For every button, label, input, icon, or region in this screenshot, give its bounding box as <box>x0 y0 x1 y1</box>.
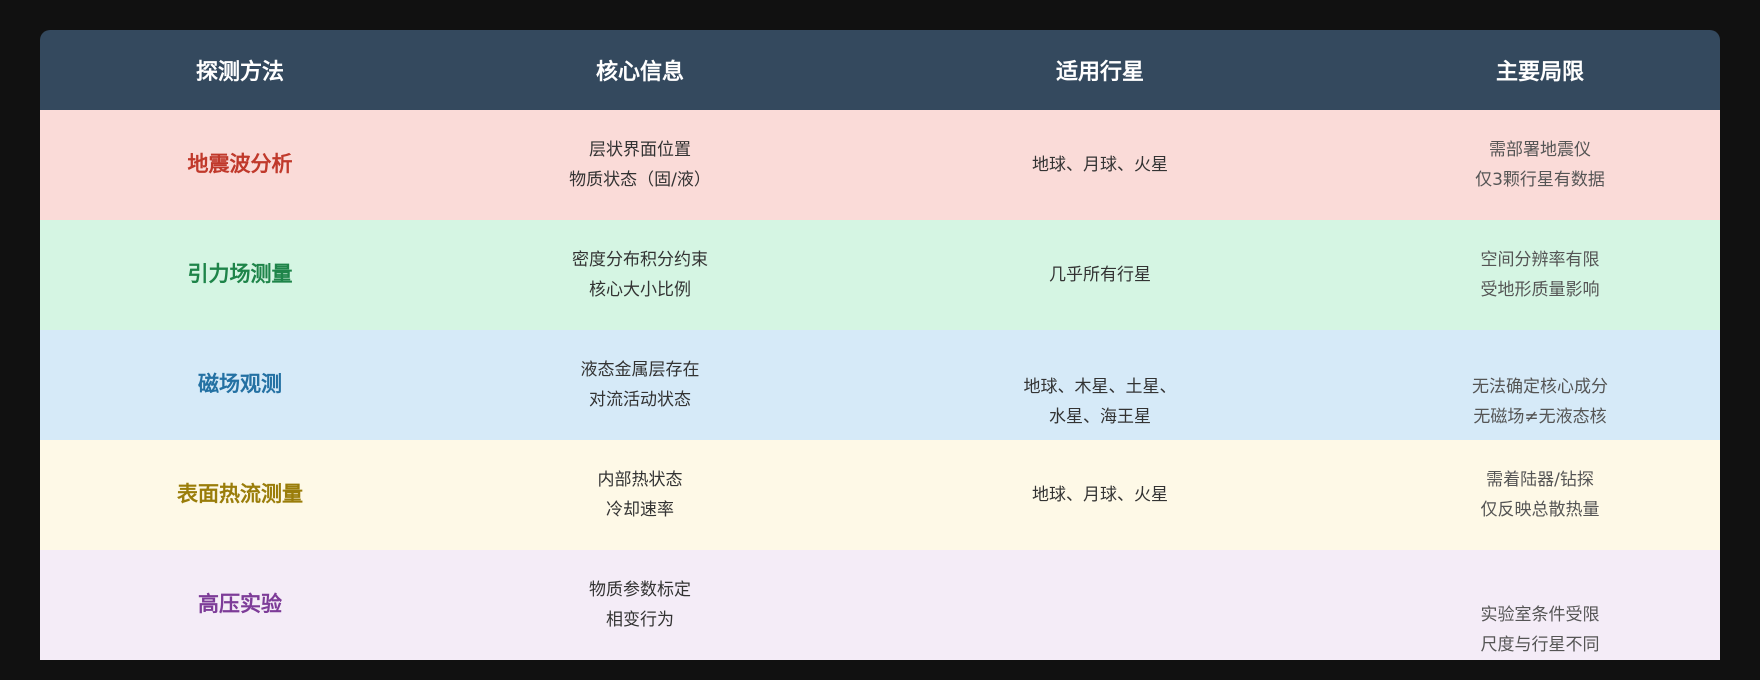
limits-line: 空间分辨率有限 <box>1480 250 1600 270</box>
planets-line: 地球、木星、土星、 <box>1023 377 1177 397</box>
core-info-line: 液态金属层存在 <box>580 360 700 380</box>
method-name: 表面热流测量 <box>177 482 303 506</box>
table-row: 地震波分析 层状界面位置 物质状态（固/液） 地球、月球、火星 需部署地震仪 仅… <box>40 110 1720 220</box>
core-info-line: 冷却速率 <box>606 500 674 520</box>
limits-line: 需部署地震仪 <box>1489 140 1591 160</box>
core-info-line: 层状界面位置 <box>589 140 691 160</box>
limits-cell: 实验室条件受限 尺度与行星不同 <box>1360 550 1720 660</box>
core-info-line: 物质参数标定 <box>589 580 691 600</box>
header-method: 探测方法 <box>40 30 440 110</box>
table-header: 探测方法 核心信息 适用行星 主要局限 <box>40 30 1720 110</box>
planets-line: 地球、月球、火星 <box>1032 155 1168 175</box>
method-cell: 磁场观测 <box>40 330 440 440</box>
comparison-table-container: 探测方法 核心信息 适用行星 主要局限 地震波分析 层状界面位置 物质状态（固/… <box>40 30 1720 660</box>
core-info-cell: 密度分布积分约束 核心大小比例 <box>440 220 840 330</box>
method-cell: 高压实验 <box>40 550 440 660</box>
limits-cell: 无法确定核心成分 无磁场≠无液态核 <box>1360 330 1720 440</box>
header-main-limitations: 主要局限 <box>1360 30 1720 110</box>
detection-methods-table: 探测方法 核心信息 适用行星 主要局限 地震波分析 层状界面位置 物质状态（固/… <box>40 30 1720 660</box>
core-info-line: 密度分布积分约束 <box>572 250 708 270</box>
core-info-line: 核心大小比例 <box>589 280 691 300</box>
limits-cell: 需着陆器/钻探 仅反映总散热量 <box>1360 440 1720 550</box>
planets-cell: 地球、月球、火星 <box>840 440 1360 550</box>
core-info-line: 物质状态（固/液） <box>569 170 711 190</box>
core-info-cell: 内部热状态 冷却速率 <box>440 440 840 550</box>
header-row: 探测方法 核心信息 适用行星 主要局限 <box>40 30 1720 110</box>
table-row: 表面热流测量 内部热状态 冷却速率 地球、月球、火星 需着陆器/钻探 仅反映总散… <box>40 440 1720 550</box>
planets-cell: 地球、月球、火星 <box>840 110 1360 220</box>
method-name: 磁场观测 <box>198 372 282 396</box>
table-row: 磁场观测 液态金属层存在 对流活动状态 地球、木星、土星、 水星、海王星 无法确… <box>40 330 1720 440</box>
planets-cell: 地球、木星、土星、 水星、海王星 <box>840 330 1360 440</box>
method-name: 高压实验 <box>198 592 282 616</box>
planets-line: 水星、海王星 <box>1049 407 1151 427</box>
method-cell: 地震波分析 <box>40 110 440 220</box>
header-core-info: 核心信息 <box>440 30 840 110</box>
limits-line: 仅3颗行星有数据 <box>1475 170 1605 190</box>
planets-cell: 几乎所有行星 <box>840 220 1360 330</box>
limits-line: 实验室条件受限 <box>1480 605 1600 625</box>
method-name: 地震波分析 <box>187 152 293 176</box>
limits-line: 仅反映总散热量 <box>1480 500 1600 520</box>
core-info-line: 内部热状态 <box>597 470 683 490</box>
limits-line: 无法确定核心成分 <box>1472 377 1608 397</box>
planets-cell <box>840 550 1360 660</box>
limits-line: 受地形质量影响 <box>1480 280 1600 300</box>
method-cell: 表面热流测量 <box>40 440 440 550</box>
planets-line: 几乎所有行星 <box>1049 265 1151 285</box>
header-applicable-planets: 适用行星 <box>840 30 1360 110</box>
core-info-cell: 液态金属层存在 对流活动状态 <box>440 330 840 440</box>
table-body: 地震波分析 层状界面位置 物质状态（固/液） 地球、月球、火星 需部署地震仪 仅… <box>40 110 1720 660</box>
limits-line: 需着陆器/钻探 <box>1486 470 1594 490</box>
method-cell: 引力场测量 <box>40 220 440 330</box>
core-info-line: 相变行为 <box>606 610 674 630</box>
limits-line: 尺度与行星不同 <box>1480 635 1600 655</box>
core-info-cell: 物质参数标定 相变行为 <box>440 550 840 660</box>
core-info-line: 对流活动状态 <box>589 390 691 410</box>
method-name: 引力场测量 <box>187 262 293 286</box>
core-info-cell: 层状界面位置 物质状态（固/液） <box>440 110 840 220</box>
limits-cell: 空间分辨率有限 受地形质量影响 <box>1360 220 1720 330</box>
limits-cell: 需部署地震仪 仅3颗行星有数据 <box>1360 110 1720 220</box>
table-row: 引力场测量 密度分布积分约束 核心大小比例 几乎所有行星 空间分辨率有限 受地形… <box>40 220 1720 330</box>
planets-line: 地球、月球、火星 <box>1032 485 1168 505</box>
limits-line: 无磁场≠无液态核 <box>1473 407 1607 427</box>
table-row: 高压实验 物质参数标定 相变行为 实验室条件受限 尺度与行星不同 <box>40 550 1720 660</box>
